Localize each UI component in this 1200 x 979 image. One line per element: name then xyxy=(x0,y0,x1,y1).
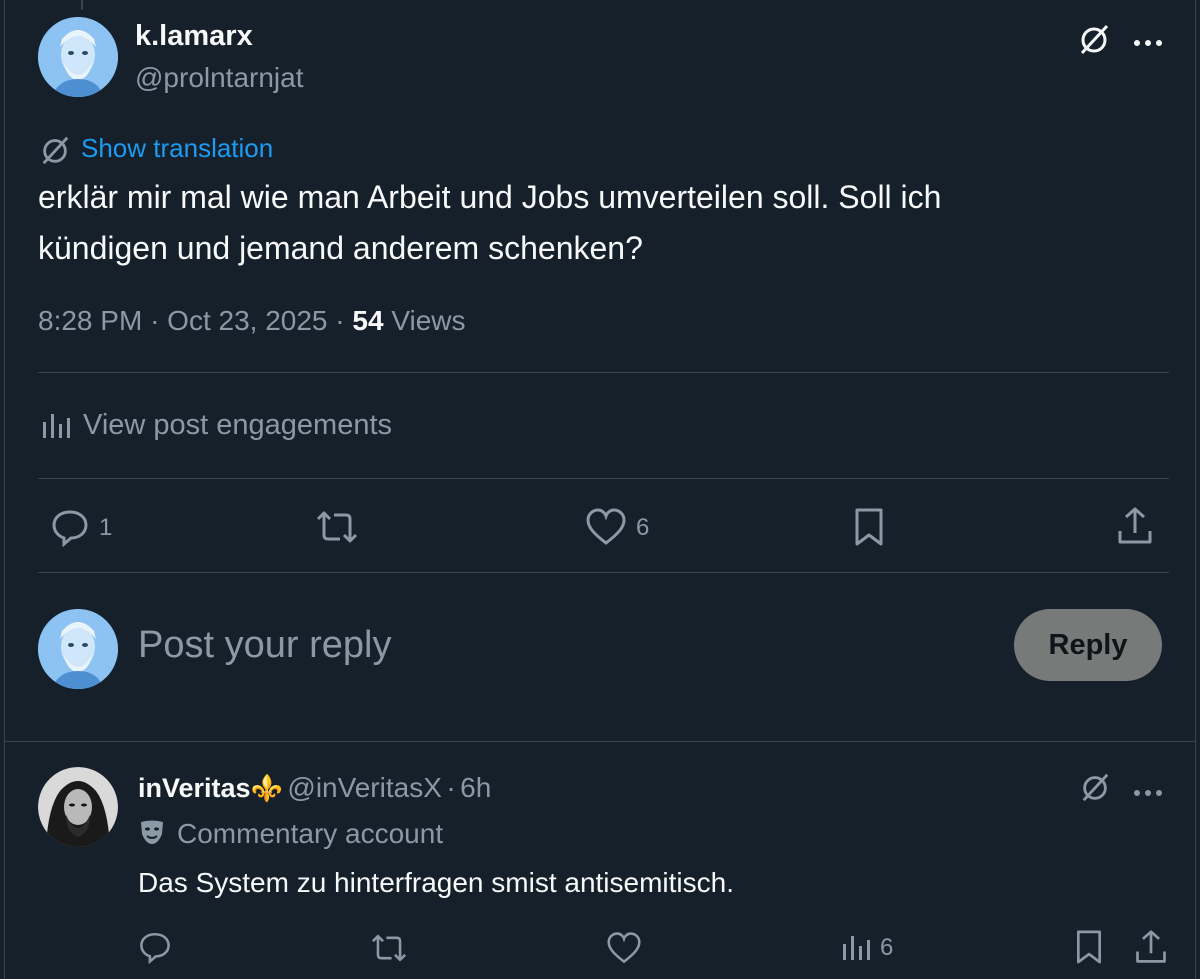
post-meta: 8:28 PM · Oct 23, 2025 · 54 Views xyxy=(38,305,466,337)
commentary-account-label: Commentary account xyxy=(177,818,444,849)
author-name[interactable]: k.lamarx xyxy=(135,20,253,53)
analytics-icon xyxy=(41,410,71,445)
bookmark-icon[interactable] xyxy=(1073,928,1105,971)
analytics-icon[interactable] xyxy=(841,932,871,967)
reply-author-line: inVeritas⚜️ @inVeritasX · 6h xyxy=(138,772,491,804)
repost-icon[interactable] xyxy=(369,931,409,970)
thread-connector-line xyxy=(81,0,83,10)
like-count: 6 xyxy=(636,514,650,541)
author-avatar[interactable] xyxy=(38,17,118,97)
reply-icon[interactable] xyxy=(138,930,172,969)
author-handle[interactable]: @prolntarnjat xyxy=(135,62,304,94)
meta-separator: · xyxy=(150,305,160,336)
post-text: erklär mir mal wie man Arbeit und Jobs u… xyxy=(38,172,1148,274)
reply-time[interactable]: 6h xyxy=(460,772,491,803)
share-icon[interactable] xyxy=(1133,928,1169,971)
bookmark-icon[interactable] xyxy=(851,506,887,553)
post-text-line-1: erklär mir mal wie man Arbeit und Jobs u… xyxy=(38,179,942,215)
divider xyxy=(38,572,1169,573)
more-icon[interactable] xyxy=(1133,34,1167,52)
fleur-de-lis-icon: ⚜️ xyxy=(250,773,283,803)
grok-icon[interactable] xyxy=(1079,771,1111,808)
repost-icon[interactable] xyxy=(314,507,360,552)
reply-count: 1 xyxy=(99,514,113,541)
post-detail-view: k.lamarx @prolntarnjat Show translation … xyxy=(4,0,1196,979)
more-icon[interactable] xyxy=(1133,784,1167,802)
post-date[interactable]: Oct 23, 2025 xyxy=(167,305,327,336)
grok-icon[interactable] xyxy=(1077,22,1111,61)
translate-icon xyxy=(39,134,71,171)
meta-separator: · xyxy=(446,772,456,803)
show-translation-link[interactable]: Show translation xyxy=(81,133,273,164)
theater-masks-icon xyxy=(138,818,166,851)
reply-text: Das System zu hinterfragen smist antisem… xyxy=(138,867,734,898)
views-count: 54 xyxy=(352,305,384,336)
views-label: Views xyxy=(391,305,466,336)
divider xyxy=(38,372,1169,373)
share-icon[interactable] xyxy=(1115,505,1155,552)
post-text-line-2: kündigen und jemand anderem schenken? xyxy=(38,230,643,266)
post-time[interactable]: 8:28 PM xyxy=(38,305,142,336)
like-icon[interactable] xyxy=(585,507,627,552)
section-divider xyxy=(5,741,1195,742)
meta-separator: · xyxy=(335,305,345,336)
reply-views-count: 6 xyxy=(880,934,894,961)
divider xyxy=(38,478,1169,479)
my-avatar[interactable] xyxy=(38,609,118,689)
reply-button[interactable]: Reply xyxy=(1014,609,1162,681)
view-engagements-link[interactable]: View post engagements xyxy=(83,409,392,442)
reply-author-handle[interactable]: @inVeritasX xyxy=(287,772,442,803)
reply-author-avatar[interactable] xyxy=(38,767,118,847)
reply-input[interactable]: Post your reply xyxy=(138,624,391,667)
like-icon[interactable] xyxy=(606,931,642,970)
reply-author-name[interactable]: inVeritas xyxy=(138,773,251,803)
reply-icon[interactable] xyxy=(50,507,90,552)
